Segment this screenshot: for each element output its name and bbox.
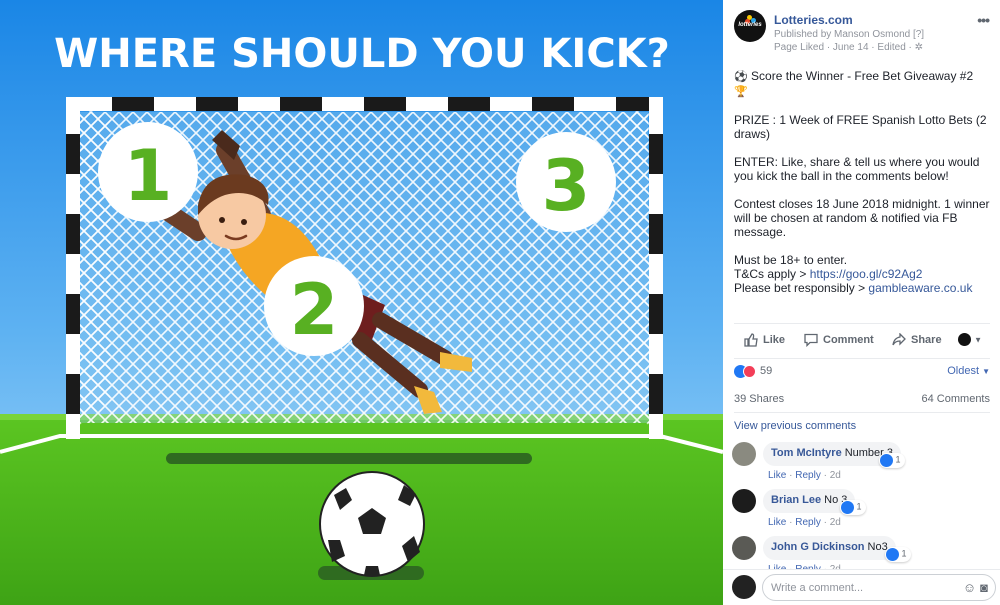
shares-count[interactable]: 39 Shares [734,393,784,405]
post-photo[interactable]: 1 2 3 WHERE SHOULD YOU KICK? [0,0,724,605]
commenter-avatar[interactable] [732,489,756,513]
published-by-text: Published by Manson Osmond [774,29,911,40]
comment-like-count: 1 [856,501,862,512]
camera-icon[interactable]: ◙ [980,580,992,595]
soccer-ball [319,471,425,577]
comment-item: Brian Lee No 3 1 Like · Reply · 2d [732,489,992,533]
thumbs-up-icon [744,333,758,347]
comment-actions: Like · Reply · 2d [768,517,841,528]
like-button[interactable]: Like [744,333,785,347]
share-label: Share [911,333,942,346]
reaction-count[interactable]: 59 [760,365,772,377]
comment-age[interactable]: 2d [830,517,841,528]
stats-row: 39 Shares 64 Comments [734,391,990,413]
tcs-link[interactable]: https://goo.gl/c92Ag2 [810,267,923,281]
page-avatar-small [958,333,971,346]
soccer-emoji: ⚽ [734,71,748,83]
more-options-icon[interactable]: ••• [977,12,990,28]
like-badge-icon [880,454,893,467]
current-user-avatar [732,575,756,599]
comment-like-count: 1 [901,548,907,559]
like-badge-icon [841,501,854,514]
target-3-number: 3 [542,145,591,227]
share-icon [892,332,906,346]
page-avatar[interactable]: lotteries [734,10,766,42]
post-closes: Contest closes 18 June 2018 midnight. 1 … [734,197,990,239]
post-panel: lotteries Lotteries.com Published by Man… [723,0,1000,605]
comment-age[interactable]: 2d [830,470,841,481]
commenter-name[interactable]: John G Dickinson [771,541,865,553]
comment-bubble: John G Dickinson No3 [763,536,896,560]
published-by: Published by Manson Osmond [?] [774,29,924,40]
view-previous-comments-link[interactable]: View previous comments [734,420,856,432]
comment-like-link[interactable]: Like [768,470,786,481]
comment-actions: Like · Reply · 2d [768,470,841,481]
post-bet-responsibly: Please bet responsibly > gambleaware.co.… [734,281,990,295]
comment-button[interactable]: Comment [804,333,874,348]
post-text: ⚽ Score the Winner - Free Bet Giveaway #… [734,69,990,295]
post-enter: ENTER: Like, share & tell us where you w… [734,155,980,183]
commenter-name[interactable]: Tom McIntyre [771,447,842,459]
comment-like-badge[interactable]: 1 [885,547,911,562]
comment-reply-link[interactable]: Reply [795,470,821,481]
comment-like-badge[interactable]: 1 [879,453,905,468]
commenter-name[interactable]: Brian Lee [771,494,821,506]
sort-dropdown[interactable]: Oldest ▼ [947,365,990,377]
avatar-logo-text: lotteries [738,22,762,28]
bet-prefix: Please bet responsibly > [734,281,869,295]
comment-like-badge[interactable]: 1 [840,500,866,515]
comment-input[interactable] [762,574,996,601]
post-title: ⚽ Score the Winner - Free Bet Giveaway #… [734,69,990,99]
comment-like-link[interactable]: Like [768,517,786,528]
post-as-selector[interactable]: ▼ [958,333,982,346]
post-title-text: Score the Winner - Free Bet Giveaway #2 [751,69,974,83]
target-1-number: 1 [124,135,173,217]
target-3: 3 [516,132,616,232]
target-1: 1 [98,122,198,222]
post-meta-text: Page Liked · June 14 · Edited · [774,42,912,53]
comment-label: Comment [823,333,874,346]
headline: WHERE SHOULD YOU KICK? [54,31,670,77]
target-2-number: 2 [290,269,339,351]
post-meta: Page Liked · June 14 · Edited · ✲ [774,42,923,53]
tcs-prefix: T&Cs apply > [734,267,810,281]
like-badge-icon [886,548,899,561]
love-reaction-icon [743,365,756,378]
post-tcs: T&Cs apply > https://goo.gl/c92Ag2 [734,267,990,281]
goalkeeper-illustration: 1 2 3 WHERE SHOULD YOU KICK? [0,0,724,605]
target-2: 2 [264,256,364,356]
chevron-down-icon: ▼ [982,367,990,376]
comment-reply-link[interactable]: Reply [795,517,821,528]
post-header: lotteries Lotteries.com Published by Man… [734,10,994,58]
comment-like-count: 1 [895,454,901,465]
sort-label: Oldest [947,365,980,377]
like-label: Like [763,333,786,346]
comment-icon [804,333,818,348]
gambleaware-link[interactable]: gambleaware.co.uk [868,281,972,295]
comment-item: Tom McIntyre Number 3 1 Like · Reply · 2d [732,442,992,486]
post-prize: PRIZE : 1 Week of FREE Spanish Lotto Bet… [734,113,987,141]
chevron-down-icon: ▼ [974,335,982,345]
trophy-emoji: 🏆 [734,86,748,98]
reactions-row: 59 Oldest ▼ [734,363,990,383]
post-age: Must be 18+ to enter. [734,253,848,267]
page-name-link[interactable]: Lotteries.com [774,13,853,27]
action-bar: Like Comment Share ▼ [734,323,990,359]
commenter-avatar[interactable] [732,442,756,466]
share-button[interactable]: Share [892,332,942,347]
emoji-icon[interactable]: ☺ [963,580,980,595]
comment-composer: ☺◙ [723,569,1000,605]
commenter-avatar[interactable] [732,536,756,560]
help-icon[interactable]: [?] [913,29,924,40]
comments-count[interactable]: 64 Comments [922,393,990,405]
gear-icon[interactable]: ✲ [915,42,923,53]
